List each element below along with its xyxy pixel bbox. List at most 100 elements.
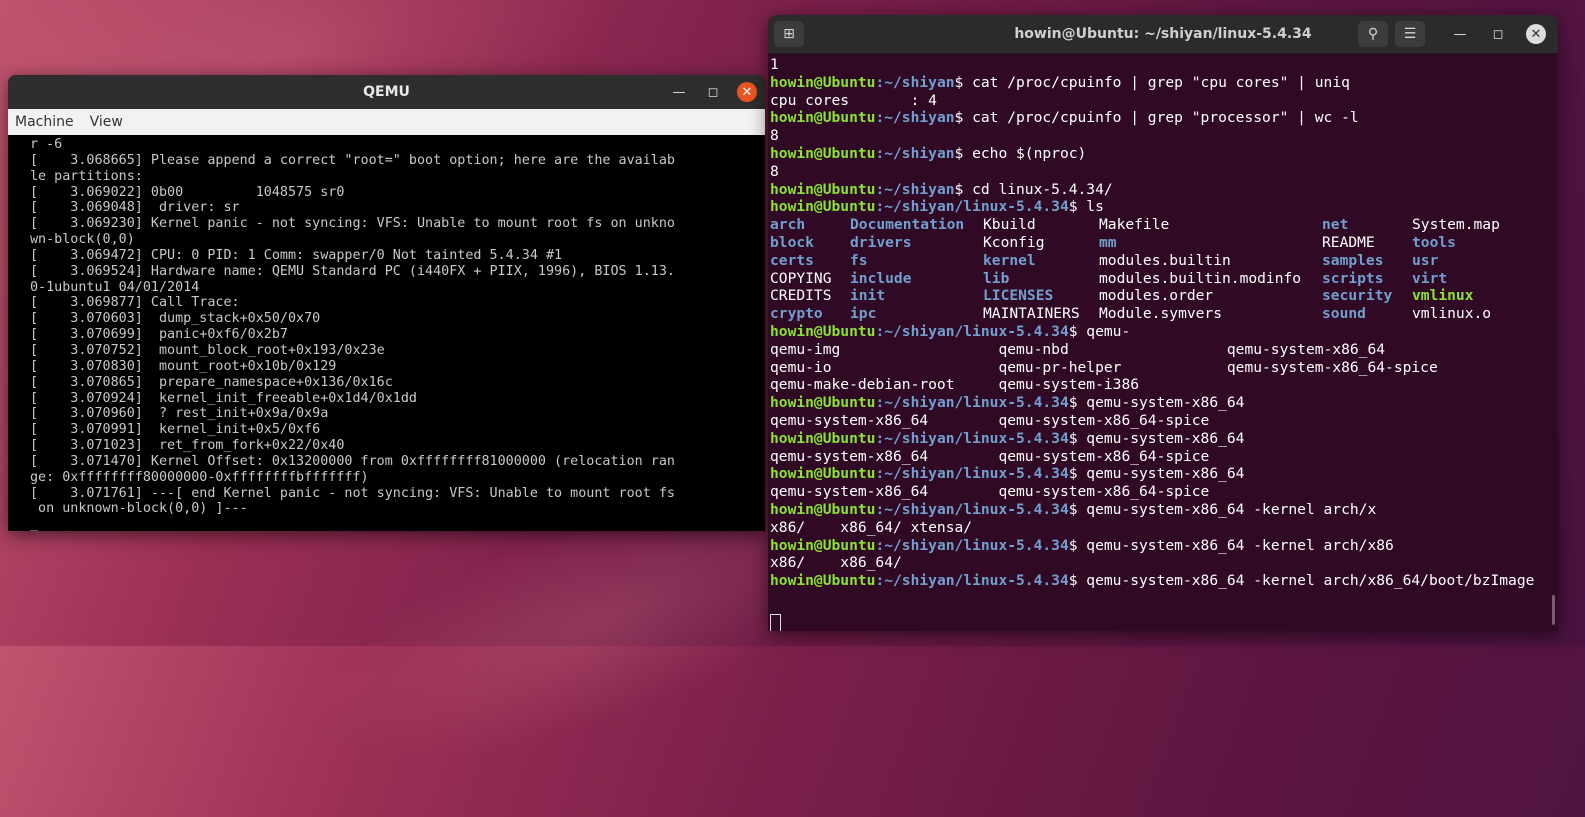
prompt-command: $ qemu-system-x86_64 (1068, 394, 1245, 412)
minimize-icon[interactable]: — (1450, 24, 1470, 44)
terminal-line: howin@Ubuntu:~/shiyan$ cd linux-5.4.34/ (770, 181, 1558, 199)
ls-directory: virt (1412, 269, 1448, 287)
console-line: [ 3.070752] mount_block_root+0x193/0x23e (30, 342, 385, 358)
console-line: [ 3.070960] ? rest_init+0x9a/0x9a (30, 406, 329, 422)
ls-file: Kbuild (983, 216, 1036, 234)
close-icon[interactable]: ✕ (1526, 24, 1546, 44)
ls-directory: init (850, 287, 886, 305)
console-line: [ 3.069048] driver: sr (30, 200, 240, 216)
terminal-line: qemu-io qemu-pr-helper qemu-system-x86_6… (770, 358, 1438, 376)
terminal-line: qemu-system-x86_64 qemu-system-x86_64-sp… (770, 411, 1210, 429)
terminal-line: 8 (770, 162, 779, 180)
console-line: 0-1ubuntu1 04/01/2014 (30, 279, 200, 295)
terminal-line: x86/ x86_64/ (770, 554, 902, 572)
maximize-icon[interactable]: ◻ (1488, 24, 1508, 44)
menu-machine[interactable]: Machine (15, 114, 74, 130)
qemu-titlebar[interactable]: QEMU — ◻ ✕ (8, 75, 765, 109)
terminal-line (770, 608, 1558, 631)
prompt-user: howin@Ubuntu (770, 144, 876, 162)
prompt-path: :~/shiyan (875, 180, 955, 198)
menu-view[interactable]: View (90, 114, 123, 130)
prompt-command: $ qemu-system-x86_64 (1068, 429, 1245, 447)
ls-file: System.map (1412, 216, 1500, 234)
console-line: [ 3.070699] panic+0xf6/0x2b7 (30, 327, 288, 343)
ls-directory: lib (983, 269, 1010, 287)
ls-directory: samples (1322, 251, 1384, 269)
ls-file: README (1322, 233, 1375, 251)
console-line: [ 3.071023] ret_from_fork+0x22/0x40 (30, 438, 345, 454)
ls-directory: include (850, 269, 912, 287)
ls-directory: security (1322, 287, 1393, 305)
terminal-line: howin@Ubuntu:~/shiyan/linux-5.4.34$ qemu… (770, 394, 1558, 412)
ls-file: Module.symvers (1099, 305, 1223, 323)
ls-file: MAINTAINERS (983, 305, 1080, 323)
terminal-output[interactable]: 1 howin@Ubuntu:~/shiyan$ cat /proc/cpuinf… (768, 54, 1558, 631)
ls-directory: arch (770, 216, 806, 234)
prompt-path: :~/shiyan/linux-5.4.34 (875, 394, 1069, 412)
terminal-line: arch Documentation Kbuild Makefile net System… (770, 216, 1558, 234)
terminal-titlebar[interactable]: ⊞ howin@Ubuntu: ~/shiyan/linux-5.4.34 ⚲ … (768, 15, 1558, 54)
ls-directory: sound (1322, 305, 1366, 323)
ls-file: modules.builtin.modinfo (1099, 269, 1302, 287)
terminal-scrollbar[interactable] (1552, 595, 1555, 625)
terminal-line: CREDITS init LICENSES modules.order security… (770, 287, 1558, 305)
prompt-command: $ qemu-system-x86_64 -kernel arch/x86 (1068, 536, 1394, 554)
ls-directory: ipc (850, 305, 877, 323)
search-icon[interactable]: ⚲ (1358, 21, 1388, 47)
prompt-command: $ cat /proc/cpuinfo | grep "cpu cores" |… (954, 73, 1350, 91)
ls-directory: block (770, 233, 814, 251)
terminal-line: qemu-img qemu-nbd qemu-system-x86_64 (770, 340, 1386, 358)
ls-file: vmlinux.o (1412, 305, 1492, 323)
terminal-line: howin@Ubuntu:~/shiyan/linux-5.4.34$ qemu… (770, 323, 1558, 341)
prompt-path: :~/shiyan/linux-5.4.34 (875, 198, 1069, 216)
terminal-line: qemu-system-x86_64 qemu-system-x86_64-sp… (770, 447, 1210, 465)
prompt-user: howin@Ubuntu (770, 198, 876, 216)
prompt-path: :~/shiyan/linux-5.4.34 (875, 536, 1069, 554)
ls-directory: net (1322, 216, 1349, 234)
prompt-path: :~/shiyan (875, 144, 955, 162)
console-line: [ 3.071470] Kernel Offset: 0x13200000 fr… (30, 453, 675, 469)
console-line: [ 3.070924] kernel_init_freeable+0x1d4/0… (30, 390, 417, 406)
prompt-user: howin@Ubuntu (770, 109, 876, 127)
prompt-user: howin@Ubuntu (770, 572, 876, 590)
ls-directory: tools (1412, 233, 1456, 251)
prompt-user: howin@Ubuntu (770, 429, 876, 447)
console-line: [ 3.070603] dump_stack+0x50/0x70 (30, 311, 321, 327)
terminal-line: qemu-system-x86_64 qemu-system-x86_64-sp… (770, 483, 1210, 501)
terminal-line: howin@Ubuntu:~/shiyan/linux-5.4.34$ qemu… (770, 465, 1558, 483)
terminal-line: certs fs kernel modules.builtin samples usr (770, 252, 1558, 270)
prompt-path: :~/shiyan (875, 73, 955, 91)
new-tab-icon[interactable]: ⊞ (774, 21, 804, 47)
prompt-path: :~/shiyan/linux-5.4.34 (875, 572, 1069, 590)
console-line: [ 3.070865] prepare_namespace+0x136/0x16… (30, 374, 393, 390)
ls-file: vmlinux (1412, 287, 1474, 305)
terminal-line: howin@Ubuntu:~/shiyan$ cat /proc/cpuinfo… (770, 74, 1558, 92)
minimize-icon[interactable]: — (669, 82, 689, 102)
ls-file: CREDITS (770, 287, 832, 305)
prompt-path: :~/shiyan/linux-5.4.34 (875, 429, 1069, 447)
terminal-line: qemu-make-debian-root qemu-system-i386 (770, 376, 1140, 394)
prompt-path: :~/shiyan/linux-5.4.34 (875, 500, 1069, 518)
prompt-command: $ cd linux-5.4.34/ (954, 180, 1113, 198)
prompt-path: :~/shiyan/linux-5.4.34 (875, 465, 1069, 483)
prompt-user: howin@Ubuntu (770, 73, 876, 91)
prompt-user: howin@Ubuntu (770, 536, 876, 554)
close-icon[interactable]: ✕ (737, 82, 757, 102)
qemu-window: QEMU — ◻ ✕ Machine View r -6[ 3.068665] … (8, 75, 765, 531)
maximize-icon[interactable]: ◻ (703, 82, 723, 102)
prompt-user: howin@Ubuntu (770, 180, 876, 198)
hamburger-menu-icon[interactable]: ☰ (1395, 21, 1425, 47)
prompt-user: howin@Ubuntu (770, 500, 876, 518)
prompt-command: $ qemu-system-x86_64 -kernel arch/x (1068, 500, 1377, 518)
qemu-window-title: QEMU (363, 84, 410, 100)
text-cursor (770, 613, 781, 631)
ls-directory: fs (850, 251, 868, 269)
prompt-user: howin@Ubuntu (770, 465, 876, 483)
terminal-line: x86/ x86_64/ xtensa/ (770, 518, 973, 536)
terminal-line: howin@Ubuntu:~/shiyan$ echo $(nproc) (770, 145, 1558, 163)
prompt-path: :~/shiyan (875, 109, 955, 127)
qemu-console-screen[interactable]: r -6[ 3.068665] Please append a correct … (8, 135, 765, 531)
ls-directory: certs (770, 251, 814, 269)
console-line: [ 3.069230] Kernel panic - not syncing: … (30, 216, 675, 232)
ls-directory: crypto (770, 305, 823, 323)
